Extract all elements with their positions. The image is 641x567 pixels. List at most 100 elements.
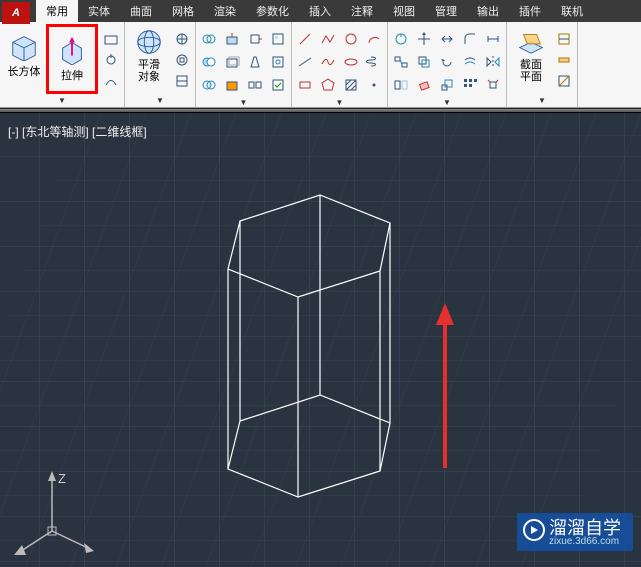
shell-icon[interactable] bbox=[267, 28, 289, 50]
primitive-tool-1[interactable] bbox=[100, 28, 122, 50]
array-icon[interactable] bbox=[459, 74, 481, 96]
section-tools bbox=[553, 24, 575, 90]
erase-icon[interactable] bbox=[413, 74, 435, 96]
section-plane-icon bbox=[516, 27, 546, 57]
copy-icon[interactable] bbox=[413, 51, 435, 73]
section-tool-3[interactable] bbox=[553, 70, 575, 92]
panel-modify-expand[interactable]: ▼ bbox=[390, 96, 504, 109]
section-tool-1[interactable] bbox=[553, 28, 575, 50]
line2-icon[interactable] bbox=[294, 51, 316, 73]
panel-draw: ▼ bbox=[292, 22, 388, 107]
panel-modify: ▼ bbox=[388, 22, 507, 107]
tab-manage[interactable]: 管理 bbox=[425, 0, 467, 22]
dimension-icon[interactable] bbox=[482, 28, 504, 50]
mesh-sphere-icon bbox=[134, 27, 164, 57]
line-icon[interactable] bbox=[294, 28, 316, 50]
modify-tools bbox=[390, 24, 504, 96]
fillet-icon[interactable] bbox=[459, 28, 481, 50]
tab-solid[interactable]: 实体 bbox=[78, 0, 120, 22]
mirror3d-icon[interactable] bbox=[390, 74, 412, 96]
mesh-tool-1[interactable] bbox=[171, 28, 193, 50]
arc-icon[interactable] bbox=[363, 28, 385, 50]
viewport[interactable]: [-] [东北等轴测] [二维线框] Z bbox=[0, 113, 641, 567]
rotate3d-icon[interactable] bbox=[390, 28, 412, 50]
color-face-icon[interactable] bbox=[221, 74, 243, 96]
mirror-icon[interactable] bbox=[482, 51, 504, 73]
panel-draw-expand[interactable]: ▼ bbox=[294, 96, 385, 109]
section-label: 截面 平面 bbox=[520, 59, 542, 83]
helix-icon[interactable] bbox=[363, 51, 385, 73]
panel-smooth-expand[interactable]: ▼ bbox=[127, 94, 193, 107]
spline-icon[interactable] bbox=[317, 51, 339, 73]
separate-icon[interactable] bbox=[244, 74, 266, 96]
tab-mesh[interactable]: 网格 bbox=[162, 0, 204, 22]
polyline-icon[interactable] bbox=[317, 28, 339, 50]
imprint-icon[interactable] bbox=[267, 51, 289, 73]
move-face-icon[interactable] bbox=[244, 28, 266, 50]
extrude-button[interactable]: 拉伸 bbox=[50, 28, 94, 90]
tab-output[interactable]: 输出 bbox=[467, 0, 509, 22]
primitive-tool-2[interactable] bbox=[100, 49, 122, 71]
box-icon bbox=[9, 31, 39, 61]
watermark-sub: zixue.3d66.com bbox=[549, 537, 621, 547]
move-icon[interactable] bbox=[413, 28, 435, 50]
intersect-icon[interactable] bbox=[198, 74, 220, 96]
ribbon-tabs: 常用 实体 曲面 网格 渲染 参数化 插入 注释 视图 管理 输出 插件 联机 bbox=[0, 0, 641, 22]
explode-icon[interactable] bbox=[482, 74, 504, 96]
union-icon[interactable] bbox=[198, 28, 220, 50]
mesh-tool-2[interactable] bbox=[171, 49, 193, 71]
section-button[interactable]: 截面 平面 bbox=[509, 24, 553, 86]
align-icon[interactable] bbox=[390, 51, 412, 73]
section-tool-2[interactable] bbox=[553, 49, 575, 71]
ribbon: 长方体 拉伸 ▼ bbox=[0, 22, 641, 108]
primitive-tool-3[interactable] bbox=[100, 70, 122, 92]
panel-section: 截面 平面 ▼ bbox=[507, 22, 578, 107]
panel-solid-edit: ▼ bbox=[196, 22, 292, 107]
mesh-tool-3[interactable] bbox=[171, 70, 193, 92]
trim-icon[interactable] bbox=[436, 28, 458, 50]
tab-online[interactable]: 联机 bbox=[551, 0, 593, 22]
box-button[interactable]: 长方体 bbox=[2, 24, 46, 86]
offset-face-icon[interactable] bbox=[221, 51, 243, 73]
tab-parametric[interactable]: 参数化 bbox=[246, 0, 299, 22]
tab-common[interactable]: 常用 bbox=[36, 0, 78, 22]
ucs-icon: Z bbox=[12, 469, 102, 559]
up-arrow-annotation bbox=[430, 303, 460, 473]
tab-surface[interactable]: 曲面 bbox=[120, 0, 162, 22]
taper-face-icon[interactable] bbox=[244, 51, 266, 73]
ellipse-icon[interactable] bbox=[340, 51, 362, 73]
ucs-z-label: Z bbox=[58, 471, 66, 486]
extrude-label: 拉伸 bbox=[61, 67, 83, 83]
panel-primitives: 长方体 拉伸 ▼ bbox=[0, 22, 125, 107]
tab-render[interactable]: 渲染 bbox=[204, 0, 246, 22]
tab-plugins[interactable]: 插件 bbox=[509, 0, 551, 22]
subtract-icon[interactable] bbox=[198, 51, 220, 73]
polygon-icon[interactable] bbox=[317, 74, 339, 96]
primitive-dropdowns bbox=[100, 24, 122, 90]
tab-view[interactable]: 视图 bbox=[383, 0, 425, 22]
circle-icon[interactable] bbox=[340, 28, 362, 50]
extrude-highlight: 拉伸 bbox=[46, 24, 98, 94]
panel-primitives-expand[interactable]: ▼ bbox=[2, 94, 122, 107]
viewport-label[interactable]: [-] [东北等轴测] [二维线框] bbox=[8, 123, 147, 140]
scale-icon[interactable] bbox=[436, 74, 458, 96]
check-icon[interactable] bbox=[267, 74, 289, 96]
panel-section-expand[interactable]: ▼ bbox=[509, 94, 575, 107]
smooth-label: 平滑 对象 bbox=[138, 59, 160, 83]
extrude-face-icon[interactable] bbox=[221, 28, 243, 50]
box-label: 长方体 bbox=[8, 63, 41, 79]
app-logo: A bbox=[2, 2, 30, 24]
rectangle-icon[interactable] bbox=[294, 74, 316, 96]
rotate-icon[interactable] bbox=[436, 51, 458, 73]
hatch-icon[interactable] bbox=[340, 74, 362, 96]
point-icon[interactable] bbox=[363, 74, 385, 96]
smooth-tools bbox=[171, 24, 193, 90]
smooth-button[interactable]: 平滑 对象 bbox=[127, 24, 171, 86]
solid-edit-tools bbox=[198, 24, 289, 96]
draw-tools bbox=[294, 24, 385, 96]
tab-insert[interactable]: 插入 bbox=[299, 0, 341, 22]
tab-annotate[interactable]: 注释 bbox=[341, 0, 383, 22]
panel-smooth: 平滑 对象 ▼ bbox=[125, 22, 196, 107]
offset-icon[interactable] bbox=[459, 51, 481, 73]
panel-solid-edit-expand[interactable]: ▼ bbox=[198, 96, 289, 109]
